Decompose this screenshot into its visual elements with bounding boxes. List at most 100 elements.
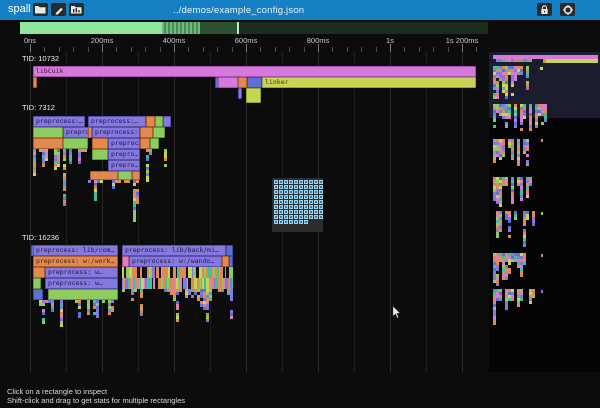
flame-cell xyxy=(42,312,45,315)
flame-dense-region[interactable] xyxy=(140,149,168,185)
gridline xyxy=(426,52,427,372)
flame-bar[interactable] xyxy=(229,256,233,267)
ruler-tick xyxy=(160,47,161,52)
flame-bar[interactable] xyxy=(33,267,45,278)
flame-bar[interactable] xyxy=(226,245,233,256)
flame-cell xyxy=(496,96,499,99)
minimap-dot xyxy=(541,254,543,257)
flame-bar[interactable] xyxy=(122,256,129,267)
flame-dense-region[interactable] xyxy=(122,278,233,289)
flame-cell xyxy=(230,298,233,301)
flame-bar[interactable]: preproc… xyxy=(108,138,140,149)
flame-bar[interactable]: preprocess: w… xyxy=(45,267,118,278)
flame-bar[interactable] xyxy=(118,171,132,180)
flame-bar[interactable]: preprocess:]… xyxy=(92,127,140,138)
minimap-dot xyxy=(540,67,543,70)
flame-bar[interactable] xyxy=(140,138,150,149)
flame-bar[interactable]: preproc… xyxy=(63,127,90,138)
flame-dense-region[interactable] xyxy=(493,211,535,247)
flame-dense-region[interactable] xyxy=(33,300,118,330)
flame-bar[interactable] xyxy=(218,77,238,88)
flame-cell xyxy=(146,158,149,161)
overview-segment xyxy=(239,22,488,34)
flame-bar[interactable]: preprocess: w:/wando… xyxy=(129,256,222,267)
selection-cell xyxy=(299,220,303,224)
flame-dense-region[interactable] xyxy=(493,289,535,327)
selection-cell xyxy=(289,190,293,194)
selection-cell xyxy=(304,195,308,199)
flame-cell xyxy=(140,313,143,316)
selection-cell xyxy=(274,180,278,184)
flame-bar[interactable] xyxy=(222,256,229,267)
flame-cell xyxy=(96,315,99,318)
selection-cell xyxy=(294,185,298,189)
flame-bar[interactable] xyxy=(140,127,153,138)
flame-bar[interactable] xyxy=(33,278,41,289)
trace-overview-strip[interactable] xyxy=(20,22,488,34)
flame-bar[interactable] xyxy=(92,149,108,160)
flame-bar[interactable]: preprocess: w:/work… xyxy=(33,256,118,267)
flame-bar[interactable]: prepro… xyxy=(108,160,140,171)
flame-cell xyxy=(88,180,91,183)
selection-cell xyxy=(294,190,298,194)
flame-dense-region[interactable] xyxy=(493,104,547,136)
flame-bar[interactable] xyxy=(153,127,165,138)
trace-minimap[interactable] xyxy=(489,52,600,372)
flame-cell xyxy=(179,289,182,292)
flame-dense-region[interactable] xyxy=(122,267,233,278)
flame-bar[interactable] xyxy=(33,289,43,300)
flame-bar[interactable]: linker xyxy=(262,77,476,88)
flame-bar[interactable] xyxy=(90,171,118,180)
flame-bar[interactable] xyxy=(246,88,261,103)
flame-bar[interactable]: preprocess: w… xyxy=(45,278,118,289)
flame-cell xyxy=(526,154,529,157)
flame-dense-region[interactable] xyxy=(493,177,532,207)
lock-button[interactable] xyxy=(537,3,552,16)
flame-bar[interactable] xyxy=(33,77,37,88)
flame-bar[interactable] xyxy=(92,138,108,149)
flame-bar[interactable]: prepro… xyxy=(108,149,140,160)
flame-bar[interactable] xyxy=(163,116,171,127)
flame-dense-region[interactable] xyxy=(122,289,233,329)
selection-cell xyxy=(319,185,323,189)
flame-cell xyxy=(100,180,103,183)
open-file-button[interactable] xyxy=(33,3,48,16)
flame-bar[interactable] xyxy=(155,116,163,127)
settings-button[interactable] xyxy=(560,3,575,16)
ruler-tick xyxy=(361,47,362,52)
edit-button[interactable] xyxy=(51,3,66,16)
flame-cell xyxy=(63,188,66,191)
flame-bar[interactable] xyxy=(238,77,247,88)
flame-dense-region[interactable] xyxy=(493,139,530,172)
import-folder-button[interactable] xyxy=(69,3,84,16)
flame-cell xyxy=(231,267,233,278)
flame-bar[interactable] xyxy=(247,77,262,88)
ruler-tick xyxy=(145,47,146,52)
flame-bar[interactable] xyxy=(150,138,159,149)
flame-dense-region[interactable] xyxy=(493,66,531,106)
flame-bar[interactable] xyxy=(146,116,155,127)
flame-bar[interactable] xyxy=(238,88,242,99)
selection-cell xyxy=(299,180,303,184)
flame-bar[interactable] xyxy=(33,138,63,149)
selection-cell xyxy=(279,210,283,214)
flame-dense-region[interactable] xyxy=(88,180,140,222)
flame-bar[interactable] xyxy=(63,138,88,149)
selection-cell xyxy=(309,180,313,184)
flame-bar[interactable]: preprocess:… xyxy=(88,116,146,127)
flame-dense-region[interactable] xyxy=(33,149,90,221)
flame-cell xyxy=(195,267,196,278)
flame-cell xyxy=(514,217,517,220)
flame-bar[interactable]: libCuik xyxy=(33,66,476,77)
flame-cell xyxy=(517,304,520,307)
flame-bar[interactable]: preprocess: lib/back/mi… xyxy=(122,245,226,256)
flame-bar[interactable] xyxy=(33,127,63,138)
flame-cell xyxy=(520,128,523,131)
flame-dense-region[interactable] xyxy=(493,253,528,287)
flame-dense-region[interactable] xyxy=(493,59,533,64)
flame-bar[interactable] xyxy=(48,289,118,300)
flame-bar[interactable] xyxy=(132,171,140,180)
flame-bar[interactable]: preprocess:… xyxy=(33,116,85,127)
flame-bar[interactable]: preprocess: lib/com… xyxy=(33,245,118,256)
ruler-tick xyxy=(232,47,233,52)
